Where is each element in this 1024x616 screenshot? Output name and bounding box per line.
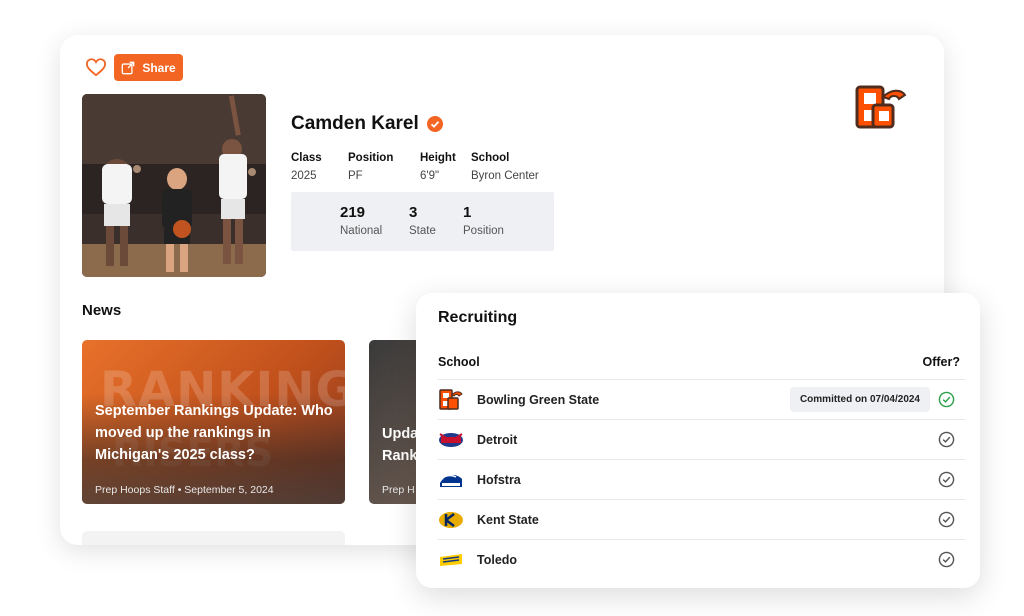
school-name: Toledo — [477, 552, 518, 567]
player-name: Camden Karel — [291, 113, 443, 135]
stat-label: Position — [348, 152, 394, 164]
news-card[interactable]: RANKINGS RISERS September Rankings Updat… — [82, 340, 345, 504]
stat-label: Height — [420, 152, 456, 164]
column-header-school: School — [438, 355, 480, 369]
table-row[interactable]: Detroit — [438, 419, 965, 459]
table-row[interactable]: Kent State — [438, 499, 965, 539]
news-heading: News — [82, 302, 122, 319]
stat-label: Class — [291, 152, 322, 164]
stat-class: Class 2025 — [291, 152, 322, 182]
news-meta: Prep H — [382, 484, 415, 496]
stat-value: 6'9" — [420, 170, 440, 182]
news-card-partial — [82, 531, 345, 545]
rank-value: 3 — [409, 204, 418, 221]
player-name-text: Camden Karel — [291, 113, 419, 134]
check-circle-icon — [938, 551, 955, 568]
share-label: Share — [142, 60, 176, 75]
share-button[interactable]: Share — [114, 54, 183, 81]
verified-badge-icon — [426, 116, 443, 132]
bgsu-logo — [439, 388, 463, 410]
school-name: Detroit — [477, 432, 518, 447]
stat-height: Height 6'9" — [420, 152, 456, 182]
bgsu-logo — [855, 85, 907, 129]
detroit-logo — [439, 432, 463, 447]
heart-icon[interactable] — [85, 57, 107, 77]
rank-label: National — [340, 225, 383, 237]
table-row[interactable]: Bowling Green State Committed on 07/04/2… — [438, 379, 965, 419]
rank-value: 219 — [340, 204, 366, 221]
player-photo — [82, 94, 266, 277]
school-name: Bowling Green State — [477, 392, 600, 407]
recruiting-title: Recruiting — [438, 309, 518, 326]
hofstra-logo — [440, 474, 462, 487]
rank-label: Position — [463, 225, 504, 237]
check-circle-icon — [938, 471, 955, 488]
kent-state-logo — [439, 511, 463, 528]
rank-national: 219 National — [340, 204, 382, 237]
column-header-offer: Offer? — [922, 355, 961, 369]
check-circle-icon — [938, 431, 955, 448]
rankings-box: 219 National 3 State 1 Position — [291, 192, 554, 251]
toledo-logo — [440, 553, 462, 566]
news-meta: Prep Hoops Staff • September 5, 2024 — [95, 484, 274, 496]
rank-label: State — [409, 225, 436, 237]
stat-label: School — [471, 152, 510, 164]
committed-badge: Committed on 07/04/2024 — [789, 387, 930, 412]
check-circle-icon — [938, 391, 955, 408]
school-name: Kent State — [477, 512, 539, 527]
stat-value: 2025 — [291, 170, 317, 182]
stat-value: Byron Center — [471, 170, 539, 182]
news-headline: September Rankings Update: Who moved up … — [95, 403, 333, 463]
share-icon — [121, 61, 135, 74]
recruiting-card: Recruiting School Offer? Bowling Green S… — [416, 293, 980, 588]
table-row[interactable]: Toledo — [438, 539, 965, 579]
rank-state: 3 State — [409, 204, 436, 237]
stat-value: PF — [348, 170, 363, 182]
check-circle-icon — [938, 511, 955, 528]
table-row[interactable]: Hofstra — [438, 459, 965, 499]
school-name: Hofstra — [477, 472, 521, 487]
rank-value: 1 — [463, 204, 472, 221]
stat-position: Position PF — [348, 152, 393, 182]
rank-position: 1 Position — [463, 204, 504, 237]
stat-school: School Byron Center — [471, 152, 539, 182]
